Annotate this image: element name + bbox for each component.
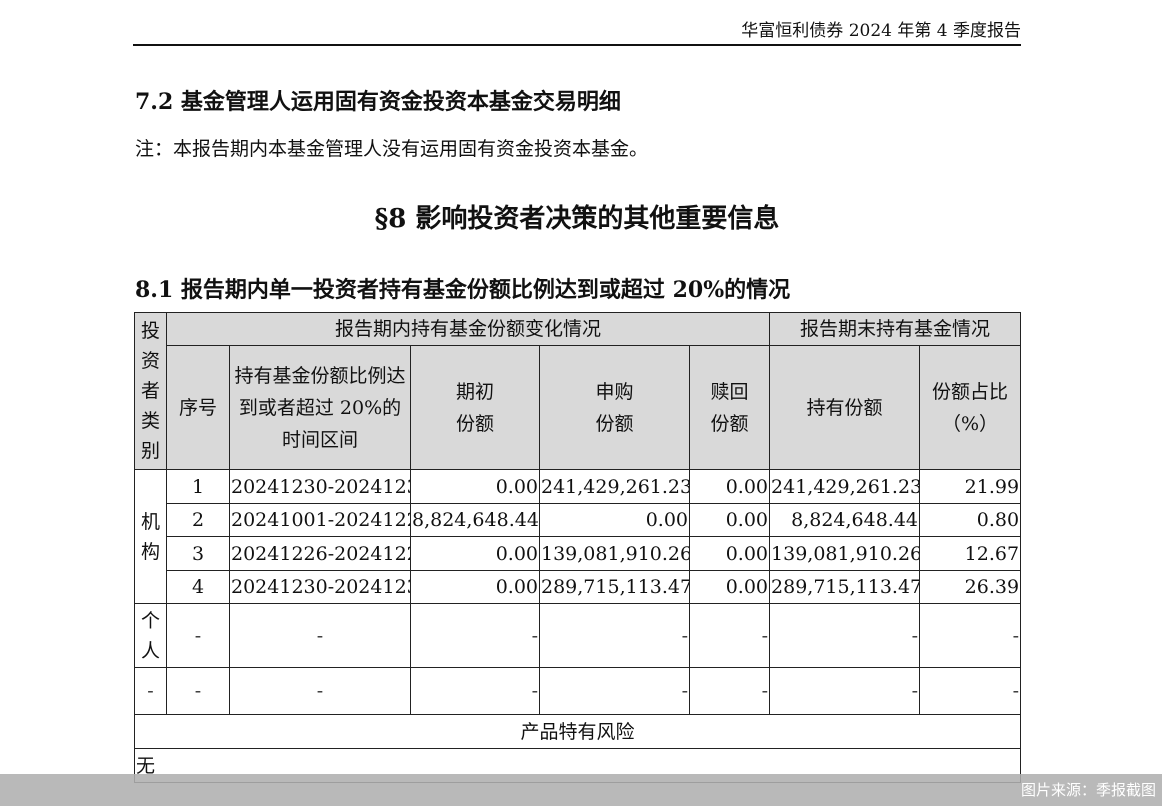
table-row: 机构 1 20241230-20241231 0.00 241,429,261.… [134, 469, 1022, 604]
dash-cell: - [229, 667, 411, 715]
source-banner: 图片来源：季报截图 [0, 774, 1162, 806]
section-7-2-note: 注：本报告期内本基金管理人没有运用固有资金投资本基金。 [135, 138, 649, 160]
row-redeem: 0.00 [688, 469, 771, 504]
header-rule [133, 44, 1021, 46]
row-holding: 289,715,113.47 [769, 570, 921, 604]
dash-cell: - [166, 603, 230, 668]
page-header: 华富恒利债券 2024 年第 4 季度报告 [741, 21, 1021, 41]
dash-cell: - [688, 603, 771, 668]
row-seq: 4 [166, 570, 230, 604]
table-row: - - - - - - - - [134, 667, 1022, 715]
dash-cell: - [539, 667, 690, 715]
table-row: 产品特有风险 [133, 714, 1022, 749]
period-end-group-header: 报告期末持有基金情况 [769, 312, 1022, 346]
institution-label: 机构 [134, 469, 167, 604]
ratio-header: 份额占比（%） [919, 345, 1022, 470]
row-redeem: 0.00 [688, 503, 771, 537]
row-interval: 20241230-20241231 [229, 469, 411, 504]
subscribe-header: 申购份额 [539, 345, 690, 470]
investor-type-header: 投资者类别 [134, 312, 167, 470]
row-opening: 0.00 [410, 570, 540, 604]
row-opening: 8,824,648.44 [410, 503, 540, 537]
individual-label: 个人 [134, 603, 167, 668]
investor-holding-table: 投资者类别 报告期内持有基金份额变化情况 报告期末持有基金情况 序号 持有基金份… [133, 312, 1022, 783]
dash-cell: - [410, 603, 540, 668]
row-interval: 20241226-20241229 [229, 536, 411, 571]
row-subscribe: 139,081,910.26 [539, 536, 690, 571]
row-redeem: 0.00 [688, 570, 771, 604]
opening-header: 期初份额 [410, 345, 540, 470]
table-row: 2 20241001-20241225 8,824,648.44 0.00 0.… [135, 503, 1022, 537]
chapter-8-title: §8 影响投资者决策的其他重要信息 [374, 204, 780, 234]
row-ratio: 0.80 [919, 503, 1022, 537]
row-holding: 139,081,910.26 [769, 536, 921, 571]
row-holding: 8,824,648.44 [769, 503, 921, 537]
dash-cell: - [166, 667, 230, 715]
row-opening: 0.00 [410, 469, 540, 504]
row-redeem: 0.00 [688, 536, 771, 571]
row-ratio: 21.99 [919, 469, 1022, 504]
section-8-1-heading: 8.1 报告期内单一投资者持有基金份额比例达到或超过 20%的情况 [135, 277, 791, 303]
period-change-group-header: 报告期内持有基金份额变化情况 [165, 312, 771, 346]
row-seq: 3 [166, 536, 230, 571]
dash-cell: - [134, 667, 167, 715]
dash-cell: - [688, 667, 771, 715]
redeem-header: 赎回份额 [688, 345, 771, 470]
holding-header: 持有份额 [769, 345, 921, 470]
dash-cell: - [539, 603, 690, 668]
dash-cell: - [919, 603, 1022, 668]
row-ratio: 12.67 [919, 536, 1022, 571]
row-interval: 20241230-20241231 [229, 570, 411, 604]
table-row: 个人 - - - - - - - [134, 603, 1022, 668]
dash-cell: - [769, 667, 921, 715]
row-subscribe: 241,429,261.23 [539, 469, 690, 504]
dash-cell: - [769, 603, 921, 668]
row-seq: 1 [166, 469, 230, 504]
source-banner-text: 图片来源：季报截图 [1020, 781, 1156, 799]
dash-cell: - [919, 667, 1022, 715]
row-seq: 2 [166, 503, 230, 537]
table-row: 4 20241230-20241231 0.00 289,715,113.47 … [135, 570, 1022, 604]
dash-cell: - [229, 603, 411, 668]
seq-header: 序号 [166, 345, 230, 470]
risk-header: 产品特有风险 [133, 714, 1022, 749]
section-7-2-heading: 7.2 基金管理人运用固有资金投资本基金交易明细 [135, 89, 621, 115]
row-ratio: 26.39 [919, 570, 1022, 604]
table-row: 3 20241226-20241229 0.00 139,081,910.26 … [135, 536, 1022, 571]
row-opening: 0.00 [410, 536, 540, 571]
row-interval: 20241001-20241225 [229, 503, 411, 537]
row-holding: 241,429,261.23 [769, 469, 921, 504]
interval-header: 持有基金份额比例达到或者超过 20%的时间区间 [229, 345, 411, 470]
row-subscribe: 289,715,113.47 [539, 570, 690, 604]
dash-cell: - [410, 667, 540, 715]
row-subscribe: 0.00 [539, 503, 690, 537]
